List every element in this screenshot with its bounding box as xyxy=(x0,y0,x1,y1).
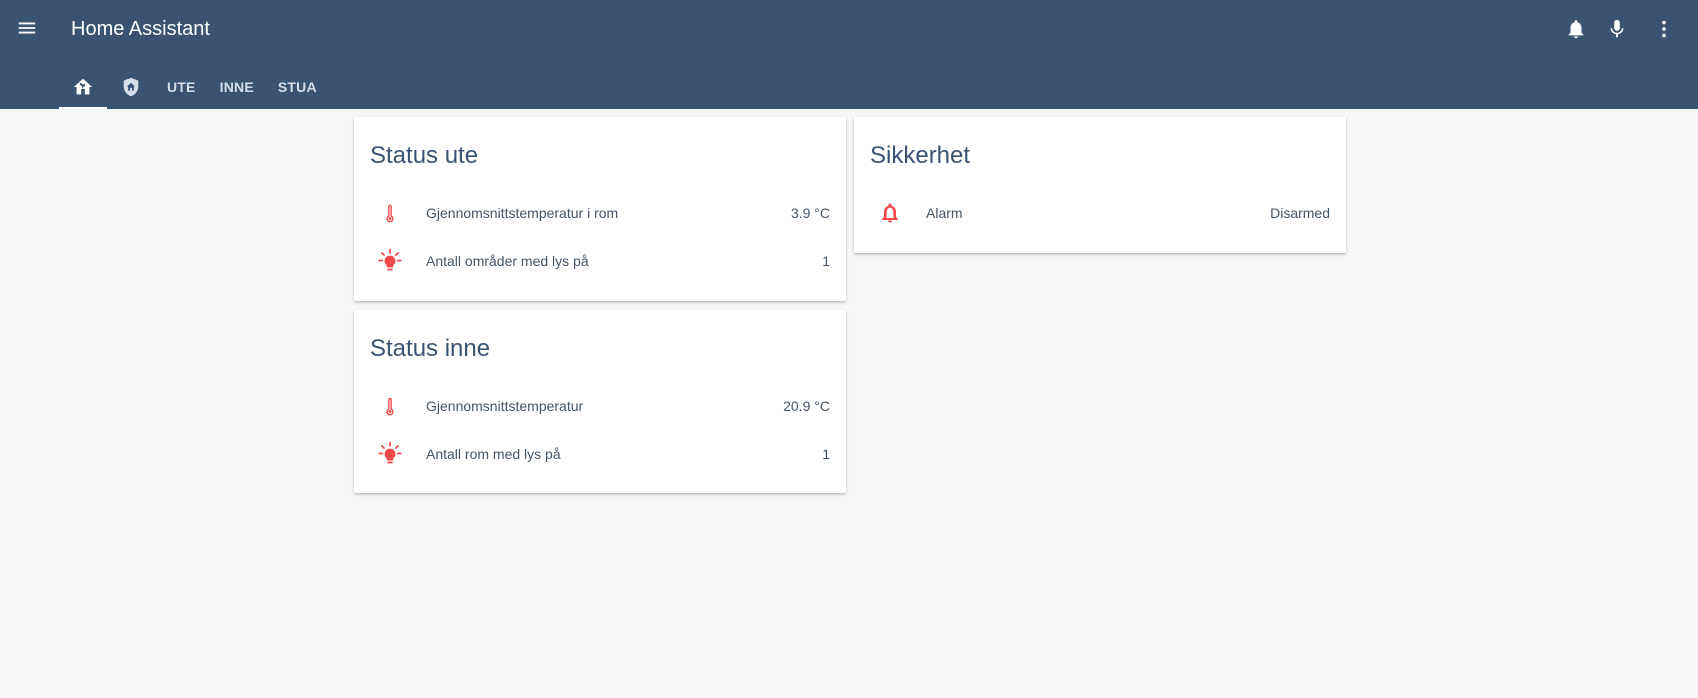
app-header: Home Assistant UTE INNE STUA xyxy=(0,0,1698,109)
notifications-button[interactable] xyxy=(1562,15,1590,43)
lightbulb-icon xyxy=(370,241,410,281)
card-title: Status ute xyxy=(370,142,479,169)
entity-label: Gjennomsnittstemperatur i rom xyxy=(426,205,619,221)
entity-label: Alarm xyxy=(926,205,963,221)
more-vert-icon xyxy=(1662,20,1666,38)
card-sikkerhet: Sikkerhet Alarm Disarmed xyxy=(854,117,1346,253)
app-root: Home Assistant UTE INNE STUA Status ute … xyxy=(0,0,1698,698)
card-status-ute: Status ute Gjennomsnittstemperatur i rom… xyxy=(354,117,846,301)
entity-row[interactable]: Antall rom med lys på 1 xyxy=(370,434,830,474)
entity-label: Antall rom med lys på xyxy=(426,446,561,462)
card-status-inne: Status inne Gjennomsnittstemperatur 20.9… xyxy=(354,310,846,493)
entity-value: 1 xyxy=(822,446,830,462)
more-options-button[interactable] xyxy=(1650,15,1678,43)
app-title: Home Assistant xyxy=(71,18,210,40)
menu-button[interactable] xyxy=(13,14,41,42)
entity-value: 1 xyxy=(822,253,830,269)
card-title: Status inne xyxy=(370,335,491,362)
bell-icon xyxy=(1568,20,1584,39)
bell-outline-icon xyxy=(870,193,910,233)
entity-row[interactable]: Antall områder med lys på 1 xyxy=(370,241,830,281)
tab-security[interactable] xyxy=(107,64,155,109)
entity-label: Antall områder med lys på xyxy=(426,253,589,269)
entity-row[interactable]: Gjennomsnittstemperatur i rom 3.9 °C xyxy=(370,193,830,233)
entity-value: 20.9 °C xyxy=(783,398,830,414)
voice-button[interactable] xyxy=(1603,15,1631,43)
tab-inne[interactable]: INNE xyxy=(208,64,266,109)
shield-home-icon xyxy=(123,77,139,96)
entity-label: Gjennomsnittstemperatur xyxy=(426,398,584,414)
thermometer-icon xyxy=(370,193,410,233)
view-tabs: UTE INNE STUA xyxy=(59,64,329,109)
lightbulb-icon xyxy=(370,434,410,474)
thermometer-icon xyxy=(370,386,410,426)
tab-ute[interactable]: UTE xyxy=(155,64,208,109)
menu-icon xyxy=(18,22,36,34)
card-title: Sikkerhet xyxy=(870,142,971,169)
home-icon xyxy=(73,78,93,94)
entity-row[interactable]: Gjennomsnittstemperatur 20.9 °C xyxy=(370,386,830,426)
entity-value: 3.9 °C xyxy=(790,205,830,221)
entity-row[interactable]: Alarm Disarmed xyxy=(870,193,1330,233)
microphone-icon xyxy=(1610,19,1624,38)
tab-home[interactable] xyxy=(59,64,107,109)
tab-stua[interactable]: STUA xyxy=(266,64,329,109)
entity-value: Disarmed xyxy=(1270,205,1330,221)
